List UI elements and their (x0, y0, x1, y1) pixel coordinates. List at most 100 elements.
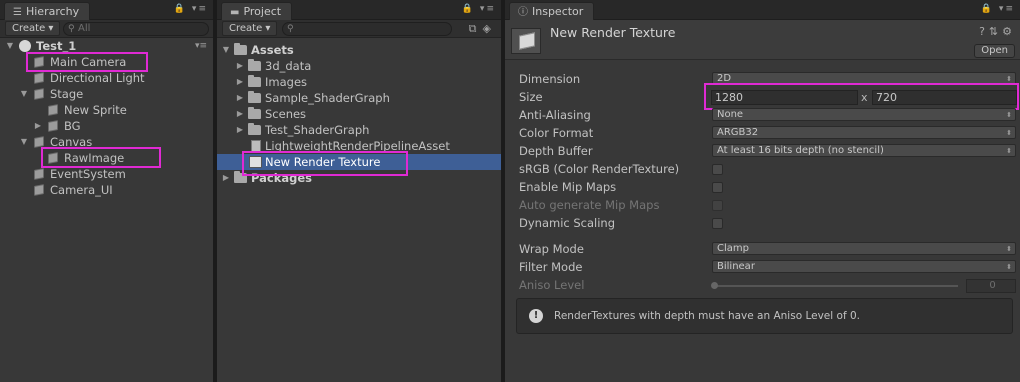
inspector-tabbar: ⓘ Inspector 🔒 ▾≡ (505, 0, 1020, 20)
project-root-assets[interactable]: ▼ Assets (217, 42, 501, 58)
prop-wrap-mode-label: Wrap Mode (519, 242, 584, 256)
component-tools-icons[interactable]: ?⇅⚙ (979, 25, 1016, 38)
render-texture-icon (249, 156, 262, 168)
dropdown-caret-icon: ⬍ (1006, 111, 1012, 119)
anti-aliasing-dropdown[interactable]: None ⬍ (712, 108, 1016, 121)
tab-hierarchy[interactable]: ☰ Hierarchy (4, 2, 91, 20)
srgb-checkbox[interactable] (712, 164, 723, 175)
chevron-down-icon[interactable]: ▼ (5, 38, 15, 54)
hierarchy-item-canvas[interactable]: ▼ Canvas (0, 134, 213, 150)
prop-auto-mip-label: Auto generate Mip Maps (519, 198, 660, 212)
search-icon: ⚲ (68, 24, 75, 34)
panel-menu-icon[interactable]: 🔒 ▾≡ (462, 4, 496, 14)
assets-label: Assets (251, 43, 294, 57)
chevron-right-icon[interactable]: ▶ (235, 74, 245, 90)
chevron-right-icon[interactable]: ▶ (33, 118, 43, 134)
project-item-scenes[interactable]: ▶ Scenes (217, 106, 501, 122)
project-item-images[interactable]: ▶ Images (217, 74, 501, 90)
unity-scene-icon (19, 40, 31, 52)
prop-dynamic-scaling-label: Dynamic Scaling (519, 216, 616, 230)
dimension-value: 2D (717, 73, 732, 84)
hierarchy-item-directional-light[interactable]: Directional Light (0, 70, 213, 86)
color-format-dropdown[interactable]: ARGB32 ⬍ (712, 126, 1016, 139)
project-search-input[interactable]: ⚲ (282, 22, 452, 36)
filter-mode-dropdown[interactable]: Bilinear ⬍ (712, 260, 1016, 273)
folder-icon (248, 91, 261, 103)
project-item-new-render-texture[interactable]: New Render Texture (217, 154, 501, 170)
hierarchy-item-stage[interactable]: ▼ Stage (0, 86, 213, 102)
scene-row[interactable]: ▼ Test_1 ▾≡ (0, 38, 213, 54)
dimension-dropdown[interactable]: 2D ⬍ (712, 72, 1016, 85)
project-item-lwrp-asset[interactable]: LightweightRenderPipelineAsset (217, 138, 501, 154)
color-format-value: ARGB32 (717, 127, 759, 138)
hierarchy-create-button[interactable]: Create ▾ (5, 21, 61, 36)
project-item-label: LightweightRenderPipelineAsset (265, 139, 450, 153)
inspector-title: New Render Texture (550, 25, 676, 40)
hierarchy-item-new-sprite[interactable]: New Sprite (0, 102, 213, 118)
prop-mip-maps-label: Enable Mip Maps (519, 180, 617, 194)
project-item-test-shadergraph[interactable]: ▶ Test_ShaderGraph (217, 122, 501, 138)
folder-icon (248, 123, 261, 135)
project-item-sample-shadergraph[interactable]: ▶ Sample_ShaderGraph (217, 90, 501, 106)
project-create-button[interactable]: Create ▾ (222, 21, 278, 36)
hierarchy-item-rawimage[interactable]: RawImage (0, 150, 213, 166)
project-item-3d-data[interactable]: ▶ 3d_data (217, 58, 501, 74)
chevron-right-icon[interactable]: ▶ (235, 90, 245, 106)
project-root-packages[interactable]: ▶ Packages (217, 170, 501, 186)
chevron-down-icon[interactable]: ▼ (19, 86, 29, 102)
project-toolbar: Create ▾ ⚲ ⧉◈ (217, 20, 501, 38)
project-panel: ▬ Project 🔒 ▾≡ Create ▾ ⚲ ⧉◈ ▼ Assets ▶ 3… (217, 0, 501, 382)
hierarchy-item-main-camera[interactable]: Main Camera (0, 54, 213, 70)
mip-maps-checkbox[interactable] (712, 182, 723, 193)
hierarchy-item-label: BG (64, 119, 81, 133)
chevron-down-icon[interactable]: ▼ (221, 42, 231, 58)
wrap-mode-value: Clamp (717, 243, 749, 254)
chevron-right-icon[interactable]: ▶ (221, 170, 231, 186)
gameobject-icon (48, 104, 58, 116)
folder-icon (248, 107, 261, 119)
open-button[interactable]: Open (974, 44, 1015, 58)
chevron-right-icon[interactable]: ▶ (235, 122, 245, 138)
panel-menu-icon[interactable]: 🔒 ▾≡ (174, 4, 208, 14)
gameobject-icon (34, 88, 44, 100)
depth-buffer-value: At least 16 bits depth (no stencil) (717, 145, 884, 156)
chevron-right-icon[interactable]: ▶ (235, 58, 245, 74)
size-width-field[interactable]: 1280 (711, 90, 858, 105)
project-tabbar: ▬ Project 🔒 ▾≡ (217, 0, 501, 20)
filter-mode-value: Bilinear (717, 261, 755, 272)
chevron-right-icon[interactable]: ▶ (235, 106, 245, 122)
hierarchy-item-label: Directional Light (50, 71, 145, 85)
chevron-down-icon[interactable]: ▼ (19, 134, 29, 150)
folder-icon (234, 171, 247, 183)
render-texture-thumbnail-icon (511, 28, 541, 54)
project-item-label: Images (265, 75, 308, 89)
folder-icon (248, 75, 261, 87)
hierarchy-panel: ☰ Hierarchy 🔒 ▾≡ Create ▾ ⚲ All ▼ Test_1 ▾… (0, 0, 213, 382)
gameobject-icon (34, 56, 44, 68)
prop-color-format-label: Color Format (519, 126, 594, 140)
auto-mip-checkbox (712, 200, 723, 211)
hierarchy-item-label: New Sprite (64, 103, 127, 117)
info-icon: ⓘ (518, 7, 528, 18)
hierarchy-search-input[interactable]: ⚲ All (63, 22, 209, 36)
inspector-header: New Render Texture ?⇅⚙ Open (505, 20, 1020, 60)
hierarchy-item-label: RawImage (64, 151, 125, 165)
search-icon: ⚲ (287, 24, 294, 34)
tab-project-label: Project (243, 5, 282, 18)
scene-menu-icon[interactable]: ▾≡ (195, 38, 207, 54)
folder-icon: ▬ (230, 7, 240, 18)
hierarchy-item-bg[interactable]: ▶ BG (0, 118, 213, 134)
hierarchy-item-camera-ui[interactable]: Camera_UI (0, 182, 213, 198)
filter-icons[interactable]: ⧉◈ (469, 22, 497, 36)
depth-buffer-dropdown[interactable]: At least 16 bits depth (no stencil) ⬍ (712, 144, 1016, 157)
tab-project[interactable]: ▬ Project (221, 2, 293, 20)
asset-file-icon (251, 140, 261, 152)
aniso-level-slider-knob (711, 282, 718, 289)
tab-inspector[interactable]: ⓘ Inspector (509, 2, 595, 20)
dynamic-scaling-checkbox[interactable] (712, 218, 723, 229)
wrap-mode-dropdown[interactable]: Clamp ⬍ (712, 242, 1016, 255)
panel-menu-icon[interactable]: 🔒 ▾≡ (981, 4, 1015, 14)
size-height-field[interactable]: 720 (872, 90, 1017, 105)
hierarchy-item-eventsystem[interactable]: EventSystem (0, 166, 213, 182)
aniso-level-field: 0 (966, 279, 1016, 293)
